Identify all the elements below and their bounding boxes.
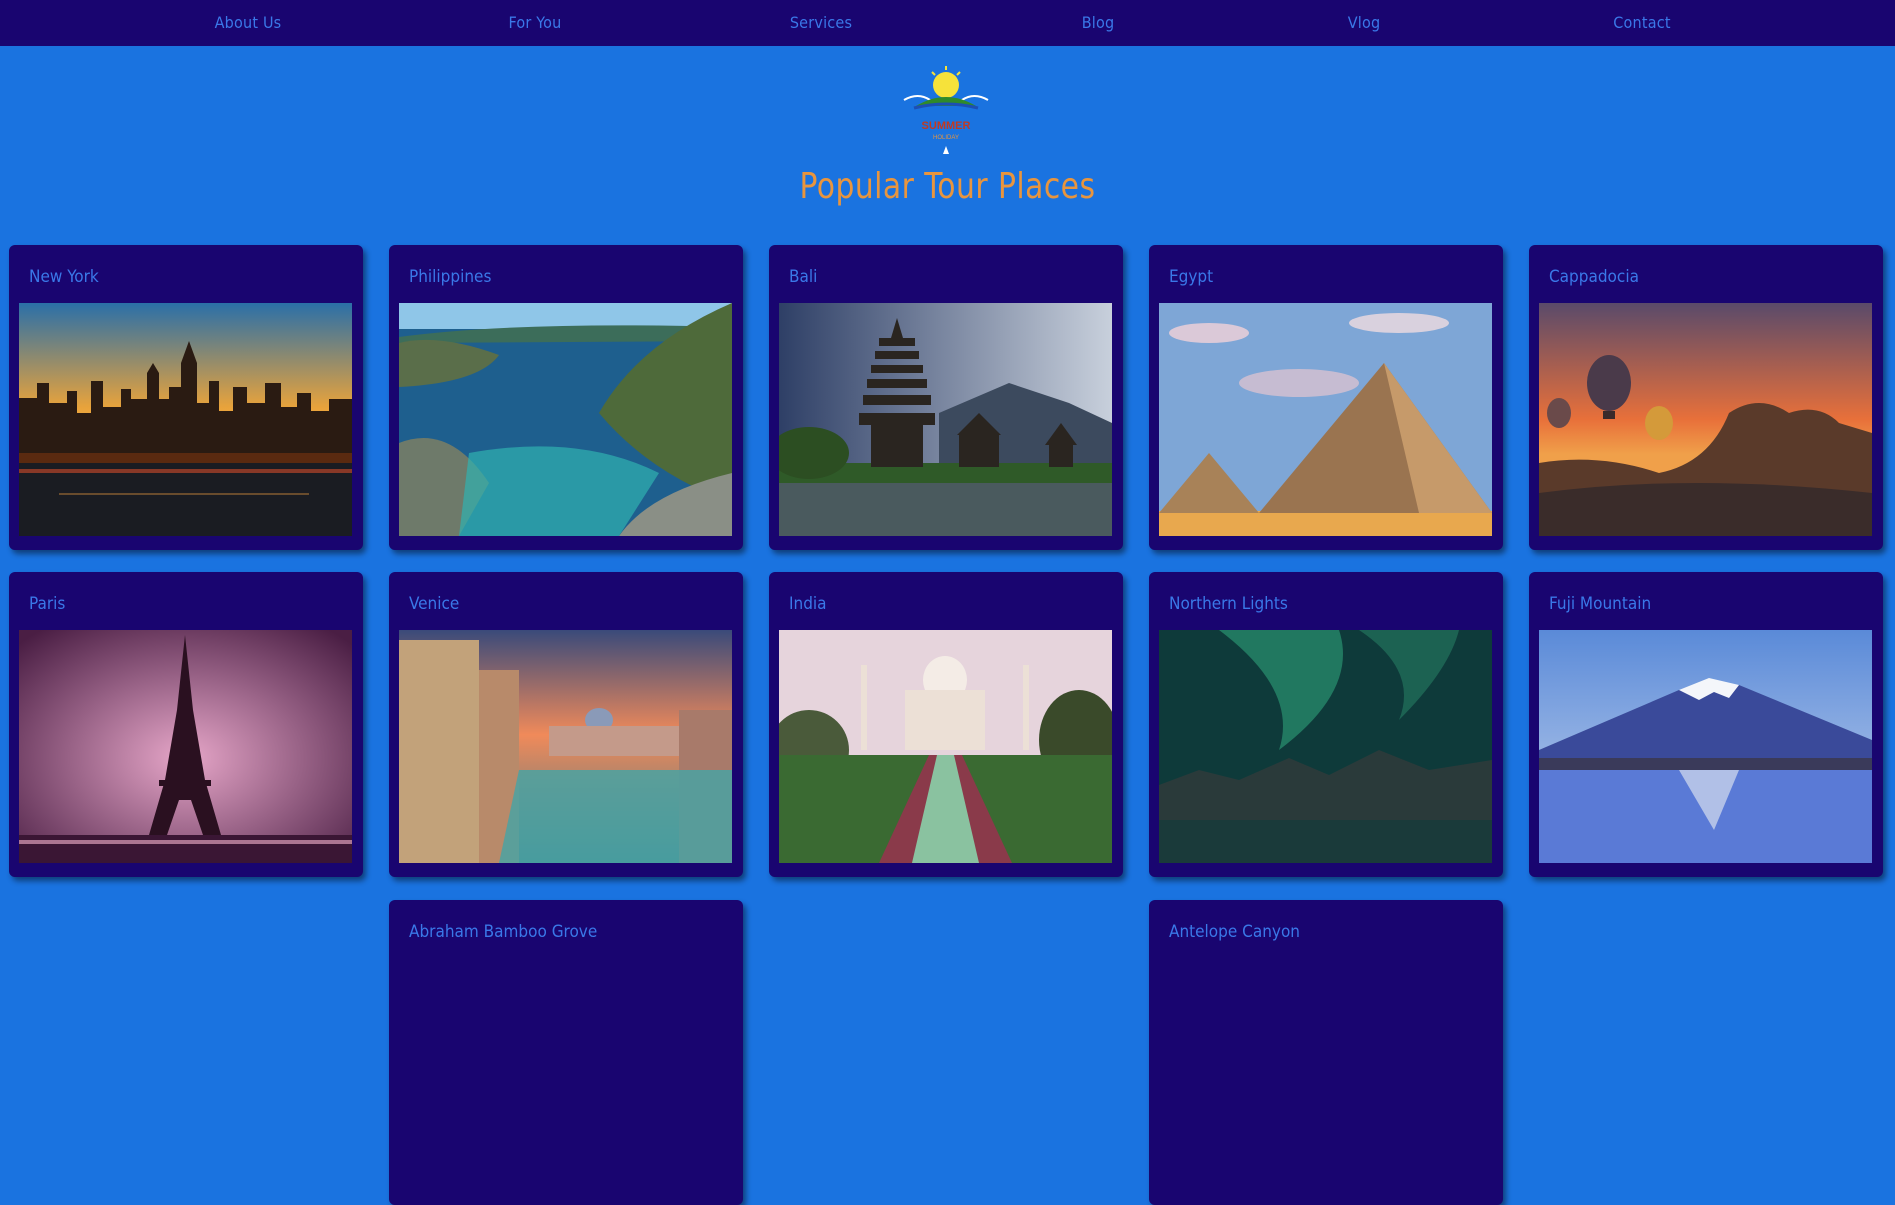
- top-nav: About Us For You Services Blog Vlog Cont…: [0, 0, 1895, 46]
- cappadocia-photo: [1539, 303, 1872, 536]
- place-name: New York: [29, 267, 99, 287]
- place-card-cappadocia[interactable]: Cappadocia: [1529, 245, 1883, 550]
- place-card-venice[interactable]: Venice: [389, 572, 743, 877]
- paris-photo: [19, 630, 352, 863]
- place-card-fuji-mountain[interactable]: Fuji Mountain: [1529, 572, 1883, 877]
- svg-text:SUMMER: SUMMER: [922, 120, 971, 132]
- nav-contact[interactable]: Contact: [1613, 0, 1670, 46]
- place-card-bali[interactable]: Bali: [769, 245, 1123, 550]
- nav-vlog[interactable]: Vlog: [1348, 0, 1381, 46]
- place-card-india[interactable]: India: [769, 572, 1123, 877]
- new-york-photo: [19, 303, 352, 536]
- venice-photo: [399, 630, 732, 863]
- philippines-photo: [399, 303, 732, 536]
- nav-about-us[interactable]: About Us: [215, 0, 282, 46]
- nav-services[interactable]: Services: [790, 0, 852, 46]
- bali-photo: [779, 303, 1112, 536]
- place-card-antelope-canyon[interactable]: Antelope Canyon: [1149, 900, 1503, 1205]
- nav-blog[interactable]: Blog: [1082, 0, 1115, 46]
- place-name: Antelope Canyon: [1169, 922, 1300, 942]
- summer-holiday-logo: SUMMER HOLIDAY: [890, 66, 1002, 162]
- place-card-new-york[interactable]: New York: [9, 245, 363, 550]
- place-name: Cappadocia: [1549, 267, 1639, 287]
- place-name: Philippines: [409, 267, 492, 287]
- place-card-philippines[interactable]: Philippines: [389, 245, 743, 550]
- place-name: India: [789, 594, 827, 614]
- place-card-abraham-bamboo-grove[interactable]: Abraham Bamboo Grove: [389, 900, 743, 1205]
- place-name: Northern Lights: [1169, 594, 1288, 614]
- india-photo: [779, 630, 1112, 863]
- place-name: Paris: [29, 594, 66, 614]
- place-card-egypt[interactable]: Egypt: [1149, 245, 1503, 550]
- fuji-mountain-photo: [1539, 630, 1872, 863]
- page-title: Popular Tour Places: [799, 166, 1096, 207]
- northern-lights-photo: [1159, 630, 1492, 863]
- egypt-photo: [1159, 303, 1492, 536]
- nav-for-you[interactable]: For You: [509, 0, 562, 46]
- place-name: Abraham Bamboo Grove: [409, 922, 598, 942]
- place-card-northern-lights[interactable]: Northern Lights: [1149, 572, 1503, 877]
- place-name: Bali: [789, 267, 818, 287]
- place-name: Venice: [409, 594, 460, 614]
- place-name: Fuji Mountain: [1549, 594, 1652, 614]
- svg-text:HOLIDAY: HOLIDAY: [933, 135, 959, 141]
- place-name: Egypt: [1169, 267, 1214, 287]
- place-card-paris[interactable]: Paris: [9, 572, 363, 877]
